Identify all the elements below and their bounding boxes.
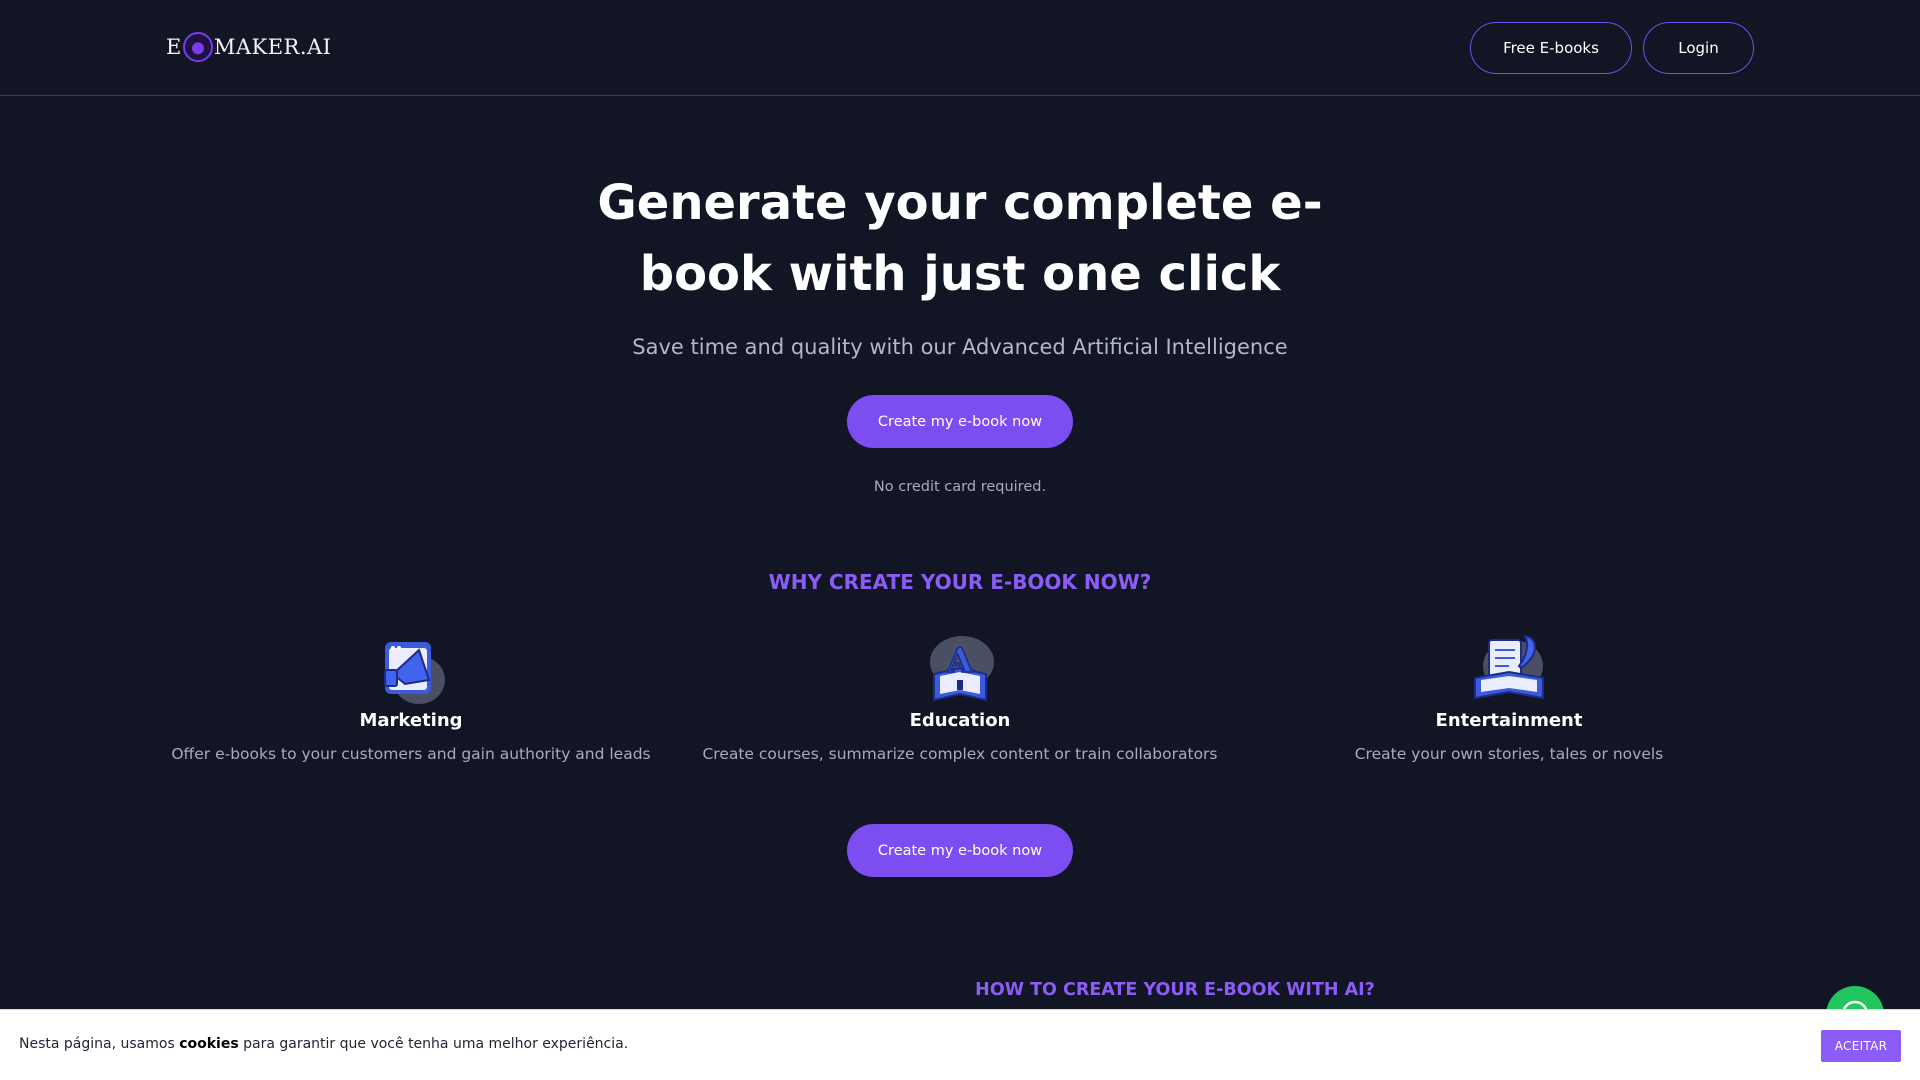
feature-title-entertainment: Entertainment (1435, 710, 1583, 731)
feature-desc-marketing: Offer e-books to your customers and gain… (171, 745, 651, 763)
create-ebook-button-why[interactable]: Create my e-book now (847, 824, 1073, 877)
hero-title-line1: Generate your complete e- (597, 175, 1323, 231)
feature-title-marketing: Marketing (359, 710, 463, 731)
hero-subtitle: Save time and quality with our Advanced … (632, 335, 1288, 359)
feature-entertainment: Entertainment Create your own stories, t… (1249, 628, 1769, 763)
create-ebook-button-hero[interactable]: Create my e-book now (847, 395, 1073, 448)
top-header: E MAKER.AI Free E-books Login (0, 0, 1920, 96)
logo-badge-icon (182, 32, 213, 62)
cookie-accept-button[interactable]: ACEITAR (1821, 1030, 1901, 1062)
megaphone-icon (384, 642, 445, 704)
hero-title: Generate your complete e- book with just… (560, 168, 1360, 310)
cookie-text-bold: cookies (179, 1036, 239, 1052)
cookie-text-before: Nesta página, usamos (19, 1036, 180, 1052)
logo-text-left: E (166, 35, 182, 59)
svg-text:A: A (946, 641, 974, 681)
feature-desc-entertainment: Create your own stories, tales or novels (1354, 745, 1664, 763)
cookie-consent-bar: Nesta página, usamos cookies para garant… (0, 1009, 1920, 1080)
education-book-icon: A (930, 636, 994, 702)
site-logo[interactable]: E MAKER.AI (166, 30, 331, 64)
cookie-message: Nesta página, usamos cookies para garant… (19, 1036, 628, 1052)
feature-marketing: Marketing Offer e-books to your customer… (151, 628, 671, 763)
feature-desc-education: Create courses, summarize complex conten… (702, 745, 1218, 763)
cookie-text-after: para garantir que você tenha uma melhor … (238, 1036, 629, 1052)
storybook-quill-icon (1474, 634, 1544, 700)
no-credit-card-note: No credit card required. (873, 479, 1047, 495)
feature-title-education: Education (909, 710, 1011, 731)
why-section-title: WHY CREATE YOUR E-BOOK NOW? (768, 570, 1152, 594)
free-ebooks-button[interactable]: Free E-books (1470, 22, 1632, 74)
how-section-title: HOW TO CREATE YOUR E-BOOK WITH AI? (975, 980, 1375, 1000)
feature-education: A Education Create courses, summarize co… (700, 628, 1220, 763)
logo-text-right: MAKER.AI (213, 35, 332, 59)
login-button[interactable]: Login (1643, 22, 1754, 74)
hero-title-line2: book with just one click (639, 246, 1281, 302)
